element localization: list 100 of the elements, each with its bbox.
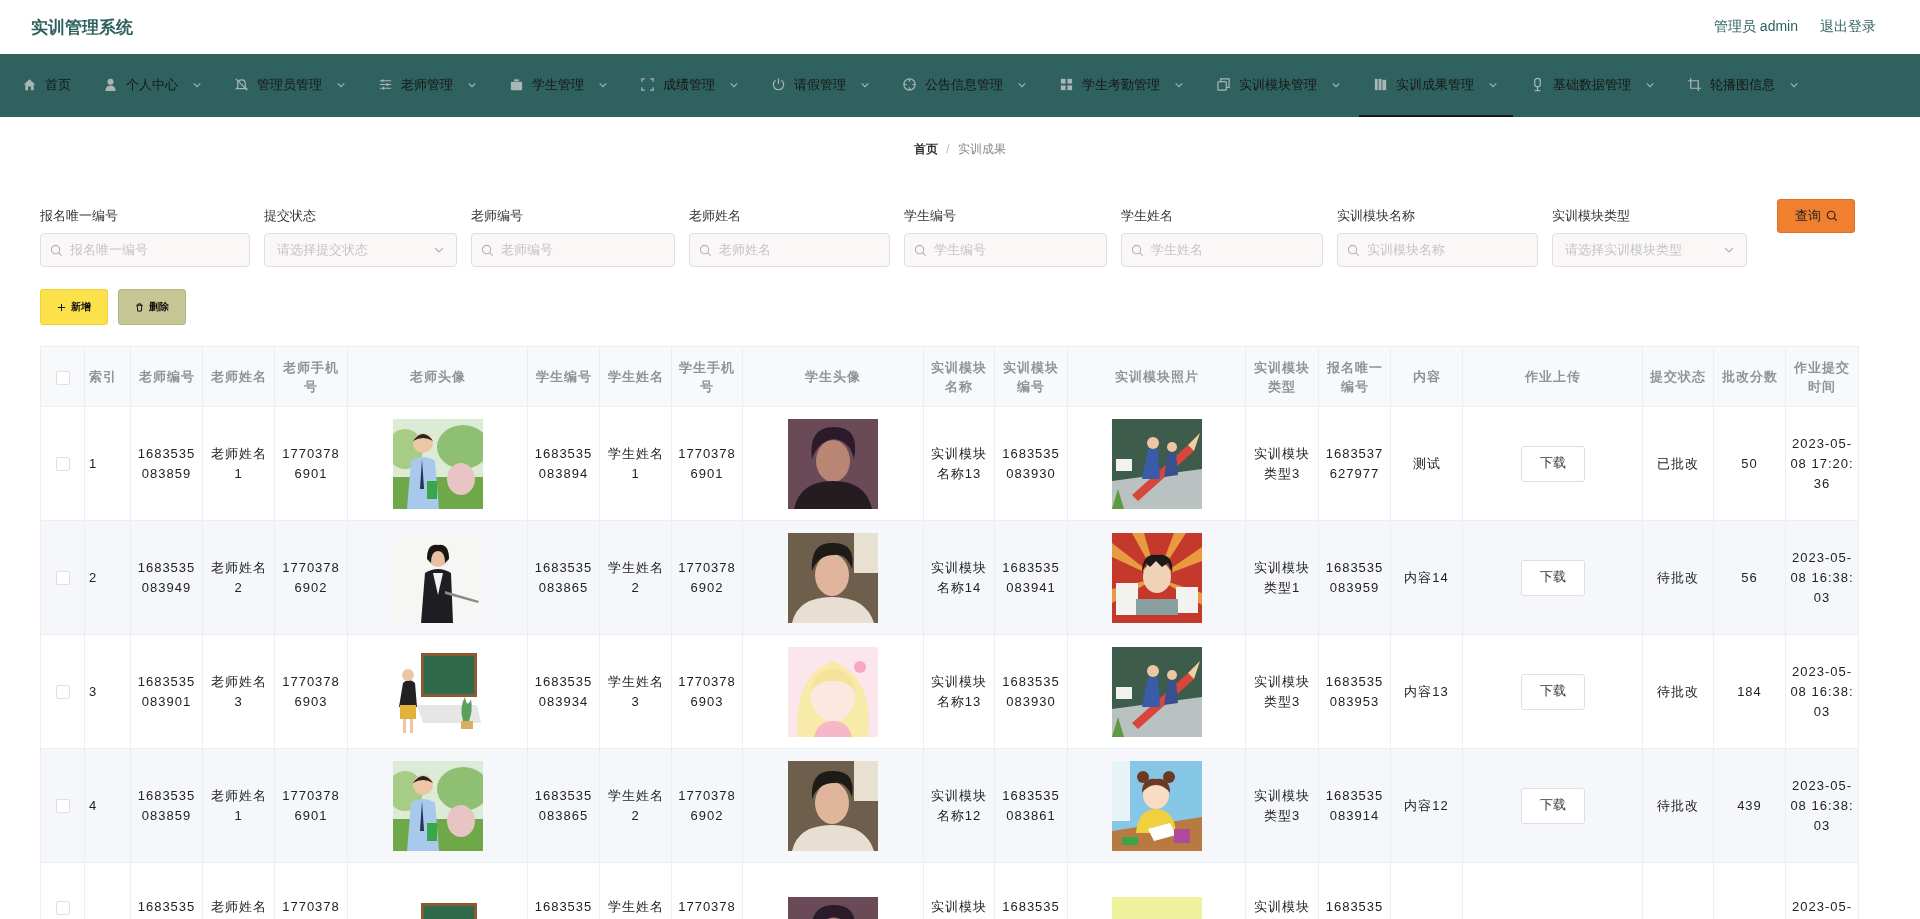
table-cell: 1683535083859 (137, 445, 196, 481)
table-cell: 老师姓名2 (210, 559, 267, 595)
table-cell: 实训模块名称13 (931, 673, 987, 709)
column-header: 提交状态 (1650, 369, 1706, 384)
bell-icon (234, 77, 249, 92)
crosshair-icon (902, 77, 917, 92)
nav-item[interactable]: 请假管理 (757, 54, 885, 117)
table-cell: 17703786903 (678, 673, 736, 709)
column-header: 报名唯一编号 (1326, 359, 1383, 394)
download-button[interactable]: 下载 (1520, 559, 1585, 596)
filter-label: 实训模块名称 (1337, 208, 1416, 225)
nav-item[interactable]: 公告信息管理 (888, 54, 1042, 117)
select-field[interactable]: 请选择实训模块类型 (1552, 233, 1747, 267)
add-button[interactable]: 新增 (40, 289, 108, 325)
checkbox[interactable] (55, 571, 70, 586)
logout-link[interactable]: 退出登录 (1820, 18, 1876, 36)
nav-item[interactable]: 个人中心 (89, 54, 217, 117)
column-header: 作业上传 (1524, 369, 1581, 384)
column-header: 索引 (89, 369, 117, 384)
search-field[interactable]: 老师姓名 (689, 233, 890, 267)
table-cell: 1683535083941 (1002, 559, 1060, 595)
table-cell: 学生姓名 (607, 899, 664, 914)
nav-item[interactable]: 学生考勤管理 (1045, 54, 1199, 117)
table-cell: 学生姓名3 (607, 673, 664, 709)
table-cell: 2023-05-08 16:38:03 (1790, 777, 1854, 833)
table-cell: 2023-05-08 16:38:03 (1790, 549, 1854, 605)
search-icon (699, 244, 712, 257)
nav-item[interactable]: 轮播图信息 (1673, 54, 1814, 117)
nav-item[interactable]: 学生管理 (495, 54, 623, 117)
table-cell: 17703786902 (678, 559, 736, 595)
checkbox[interactable] (55, 457, 70, 472)
table-cell: 实训模块名称12 (931, 787, 987, 823)
trash-icon (135, 302, 144, 312)
table-cell: 学生姓名2 (607, 787, 664, 823)
search-field[interactable]: 老师编号 (471, 233, 675, 267)
search-icon (50, 244, 63, 257)
download-button[interactable]: 下载 (1520, 673, 1585, 710)
nav-item[interactable]: 老师管理 (364, 54, 492, 117)
nav-item[interactable]: 管理员管理 (220, 54, 361, 117)
table-cell: 实训模块类型3 (1254, 445, 1310, 481)
power-icon (771, 77, 786, 92)
breadcrumb-link[interactable]: 首页 (914, 140, 939, 158)
query-button[interactable]: 查询 (1777, 199, 1855, 233)
table-cell: 4 (89, 797, 98, 813)
table-cell: 老师姓名 (210, 899, 267, 914)
column-header: 实训模块类型 (1254, 359, 1310, 394)
user-link[interactable]: 管理员 admin (1713, 18, 1798, 36)
table-cell: 老师姓名3 (210, 673, 267, 709)
table-cell: 1683535083949 (137, 559, 196, 595)
table-cell: 老师姓名1 (210, 445, 267, 481)
nav-item[interactable]: 实训模块管理 (1202, 54, 1356, 117)
filter-label: 老师编号 (471, 208, 524, 225)
table-cell: 实训模块 (931, 899, 987, 914)
column-header: 实训模块名称 (931, 359, 987, 394)
nav-item[interactable]: 首页 (8, 54, 86, 117)
search-icon (914, 244, 927, 257)
download-button[interactable]: 下载 (1520, 787, 1585, 824)
column-header: 内容 (1412, 369, 1441, 384)
table-cell: 1683535083865 (534, 559, 593, 595)
column-header: 学生编号 (535, 369, 592, 384)
column-header: 学生姓名 (607, 369, 664, 384)
table-cell: 1683535083861 (1002, 787, 1060, 823)
search-field[interactable]: 学生姓名 (1121, 233, 1323, 267)
checkbox[interactable] (55, 799, 70, 814)
checkbox[interactable] (55, 370, 70, 385)
nav-item[interactable]: 成绩管理 (626, 54, 754, 117)
column-header: 批改分数 (1721, 369, 1778, 384)
search-icon (481, 244, 494, 257)
table-cell: 实训模块 (1254, 899, 1310, 914)
table-cell: 1683535083930 (1002, 673, 1060, 709)
table-cell: 2023-05-08 17:20:36 (1790, 435, 1854, 491)
filter-label: 学生姓名 (1121, 208, 1174, 225)
table-cell: 1683537627977 (1325, 445, 1384, 481)
app-title: 实训管理系统 (31, 16, 133, 39)
copy-icon (1216, 77, 1231, 92)
filter-label: 报名唯一编号 (40, 208, 119, 225)
table-cell: 1683535 (1325, 899, 1384, 914)
table-cell: 实训模块类型1 (1254, 559, 1310, 595)
breadcrumb-link[interactable]: 实训成果 (957, 140, 1006, 158)
download-button[interactable]: 下载 (1520, 445, 1585, 482)
table-cell: 内容12 (1404, 797, 1449, 813)
column-header: 老师编号 (138, 369, 195, 384)
select-field[interactable]: 请选择提交状态 (264, 233, 457, 267)
filter-label: 学生编号 (904, 208, 957, 225)
delete-button[interactable]: 删除 (118, 289, 186, 325)
table-cell: 实训模块类型3 (1254, 787, 1310, 823)
checkbox[interactable] (55, 685, 70, 700)
nav-item[interactable]: 基础数据管理 (1516, 54, 1670, 117)
filter-label: 老师姓名 (689, 208, 742, 225)
table-cell: 17703786901 (678, 445, 736, 481)
table-cell: 1683535 (534, 899, 593, 914)
search-field[interactable]: 学生编号 (904, 233, 1107, 267)
table-cell: 待批改 (1657, 797, 1699, 813)
checkbox[interactable] (55, 900, 70, 915)
column-header: 老师姓名 (210, 369, 267, 384)
table-cell: 17703786902 (282, 559, 340, 595)
nav-item[interactable]: 实训成果管理 (1359, 54, 1513, 117)
table-cell: 待批改 (1657, 683, 1699, 699)
table-cell: 内容14 (1404, 569, 1449, 585)
search-field[interactable]: 实训模块名称 (1337, 233, 1538, 267)
